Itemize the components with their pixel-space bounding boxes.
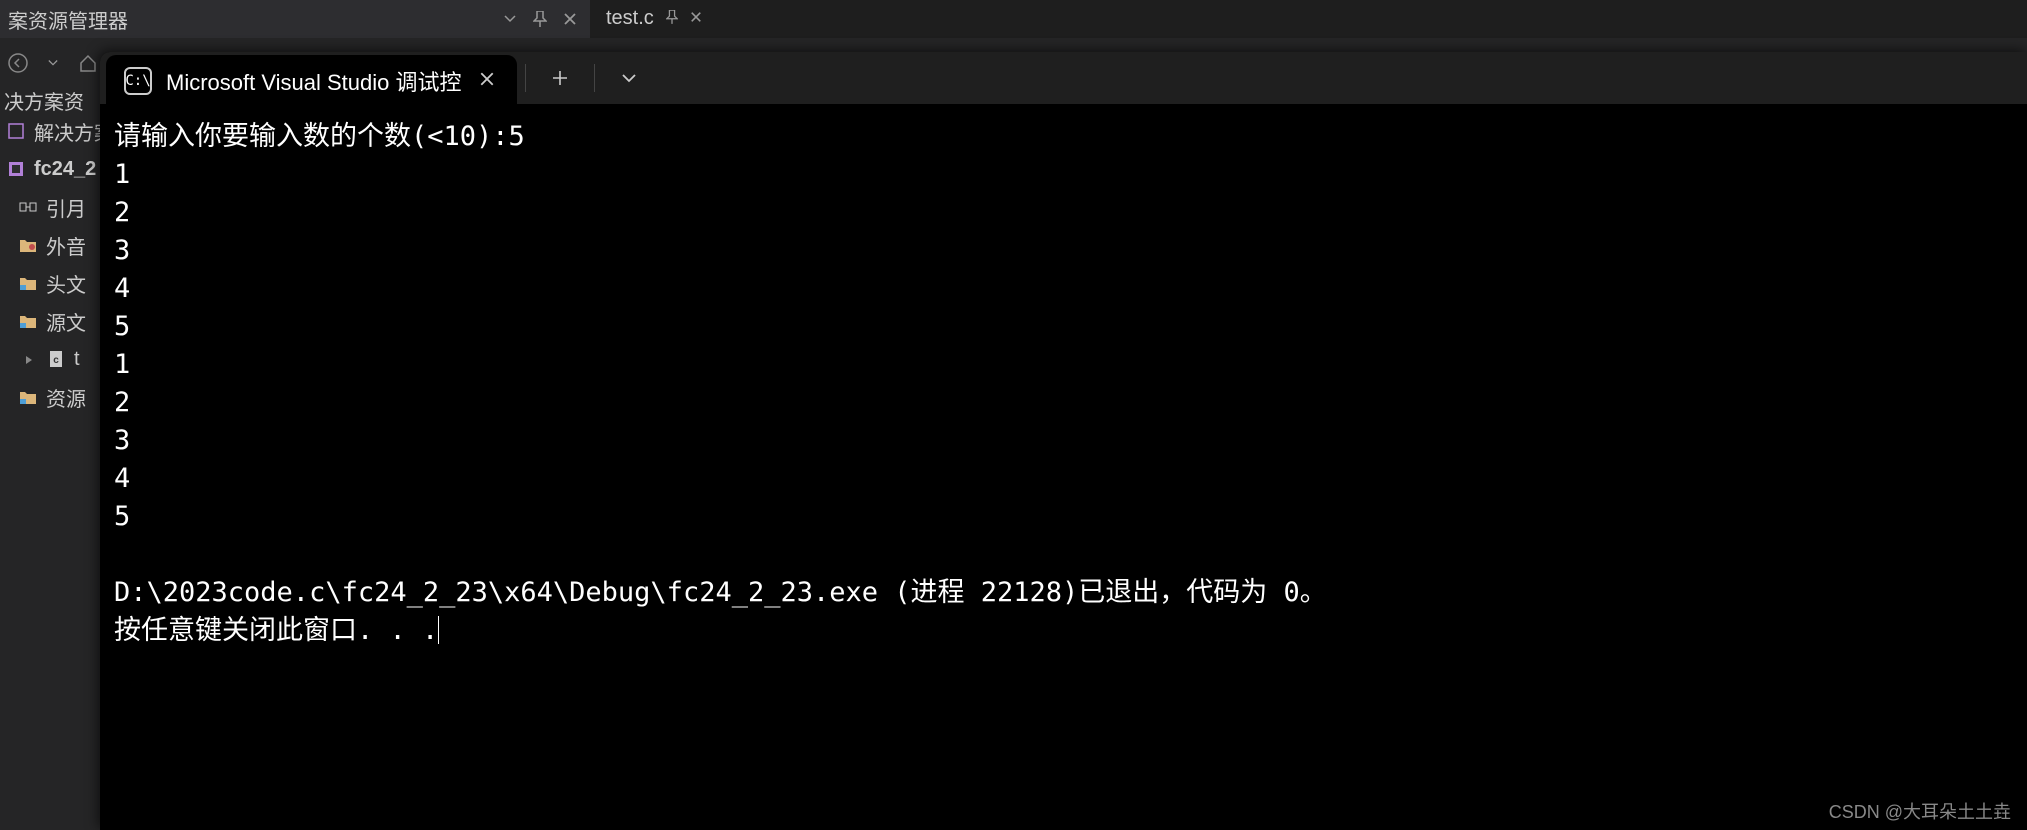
tree-item-file[interactable]: c t [0, 340, 100, 378]
terminal-window: C:\ Microsoft Visual Studio 调试控 请输入你要输入数… [100, 52, 2027, 830]
terminal-line: 5 [114, 501, 130, 532]
project-icon [4, 159, 28, 179]
back-icon[interactable] [6, 50, 29, 76]
tree-solution-row[interactable]: 解决方案 " [0, 112, 100, 150]
terminal-tab-active[interactable]: C:\ Microsoft Visual Studio 调试控 [106, 55, 517, 107]
terminal-line: 4 [114, 273, 130, 304]
vs-background: 案资源管理器 test.c [0, 0, 2027, 830]
divider [594, 64, 595, 92]
expand-icon[interactable] [24, 348, 38, 371]
solution-explorer-header: 案资源管理器 [0, 0, 590, 38]
cursor [438, 616, 439, 644]
terminal-line: 按任意键关闭此窗口. . . [114, 615, 438, 646]
editor-tab-bar: test.c [590, 0, 2027, 38]
explorer-heading: 决方案资 [0, 86, 100, 115]
solution-icon [4, 121, 28, 141]
terminal-line: 请输入你要输入数的个数(<10):5 [114, 121, 525, 152]
terminal-line: 2 [114, 197, 130, 228]
panel-title: 案资源管理器 [8, 5, 500, 34]
editor-tab-label: test.c [606, 7, 654, 30]
terminal-content[interactable]: 请输入你要输入数的个数(<10):5 1 2 3 4 5 1 2 3 4 5 D… [100, 104, 2027, 664]
external-icon [16, 235, 40, 255]
tree-label: 源文 [46, 307, 86, 336]
tree-project-row[interactable]: fc24_2 [0, 150, 100, 188]
terminal-tab-bar: C:\ Microsoft Visual Studio 调试控 [100, 52, 2027, 104]
references-icon [16, 197, 40, 217]
tree-label: 头文 [46, 269, 86, 298]
explorer-toolbar [0, 38, 100, 88]
tree-label: 外音 [46, 231, 86, 260]
tree-item-source[interactable]: 源文 [0, 302, 100, 340]
new-tab-button[interactable] [534, 52, 586, 104]
terminal-controls [517, 52, 655, 104]
terminal-line: 1 [114, 159, 130, 190]
terminal-line: 2 [114, 387, 130, 418]
watermark: CSDN @大耳朵土土垚 [1829, 798, 2011, 824]
folder-icon [16, 387, 40, 407]
terminal-line: D:\2023code.c\fc24_2_23\x64\Debug\fc24_2… [114, 577, 1327, 608]
tree-item-external[interactable]: 外音 [0, 226, 100, 264]
tree-item-references[interactable]: 引月 [0, 188, 100, 226]
dropdown-icon[interactable] [500, 9, 520, 29]
terminal-line: 5 [114, 311, 130, 342]
tree-label: 解决方案 " [34, 117, 100, 146]
c-file-icon: c [44, 349, 68, 369]
tree-label: 资源 [46, 383, 86, 412]
divider [525, 64, 526, 92]
pin-icon[interactable] [666, 10, 678, 27]
dropdown-button[interactable] [603, 52, 655, 104]
tree-label: 引月 [46, 193, 86, 222]
terminal-line: 1 [114, 349, 130, 380]
svg-text:c: c [53, 355, 59, 366]
terminal-line: 3 [114, 235, 130, 266]
close-icon[interactable] [690, 10, 702, 28]
tree-label: fc24_2 [34, 158, 96, 181]
dropdown-icon[interactable] [41, 50, 64, 76]
folder-icon [16, 311, 40, 331]
terminal-app-icon: C:\ [124, 67, 152, 95]
close-icon[interactable] [560, 9, 580, 29]
close-icon[interactable] [475, 70, 499, 93]
tree-item-headers[interactable]: 头文 [0, 264, 100, 302]
terminal-tab-title: Microsoft Visual Studio 调试控 [166, 65, 461, 97]
folder-icon [16, 273, 40, 293]
home-icon[interactable] [77, 50, 100, 76]
terminal-line: 4 [114, 463, 130, 494]
tree-label: t [74, 348, 80, 371]
editor-tab-test-c[interactable]: test.c [590, 0, 718, 38]
pin-icon[interactable] [530, 9, 550, 29]
solution-explorer-tree: 解决方案 " fc24_2 引月 外音 头文 [0, 112, 100, 416]
terminal-line: 3 [114, 425, 130, 456]
tree-item-resources[interactable]: 资源 [0, 378, 100, 416]
